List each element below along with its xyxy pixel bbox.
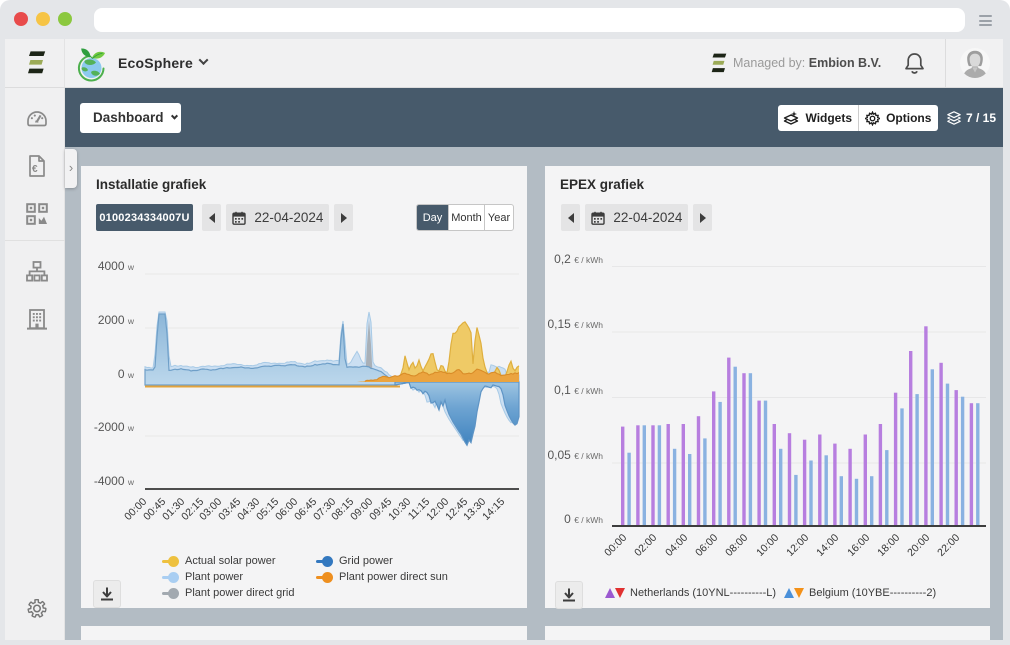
svg-text:€: € — [32, 164, 38, 175]
